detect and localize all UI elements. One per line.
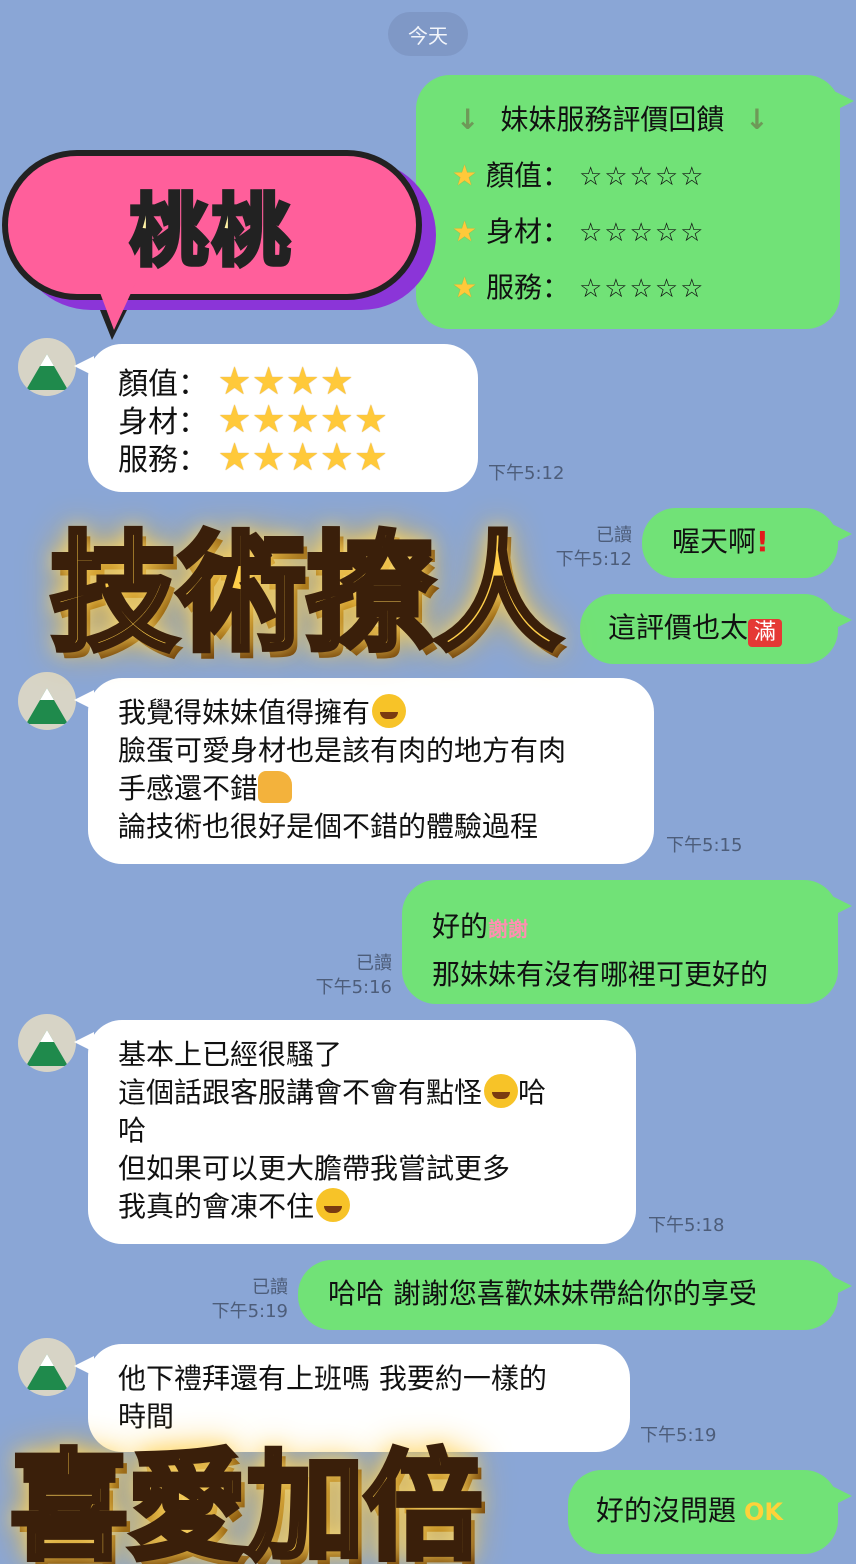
message-text: 基本上已經很騷了 — [118, 1038, 343, 1071]
thumbs-up-icon — [258, 771, 293, 803]
message-text: 時間 — [118, 1400, 175, 1433]
rating-label: 身材： — [486, 215, 571, 248]
message-text: 這個話跟客服講會不會有點怪 — [118, 1076, 483, 1109]
speech-tail-fill — [96, 282, 136, 330]
message-text: 這評價也太 — [608, 611, 749, 644]
message-text: 論技術也很好是個不錯的體驗過程 — [118, 810, 539, 843]
mountain-icon — [26, 354, 68, 390]
star-icon: ★ — [452, 215, 478, 248]
laughing-emoji-icon — [316, 1188, 351, 1222]
timestamp: 下午5:19 — [640, 1425, 717, 1446]
date-separator: 今天 — [388, 12, 468, 56]
speech-bubble-title: 桃桃 — [128, 185, 294, 279]
message-bubble[interactable]: 好的謝謝 那妹妹有沒有哪裡可更好的 — [402, 880, 852, 1004]
message-bubble[interactable]: 這評價也太滿 — [580, 594, 852, 664]
star-icon: ★ — [452, 271, 478, 304]
sweat-smile-emoji-icon — [484, 1074, 519, 1108]
message-text: 臉蛋可愛身材也是該有肉的地方有肉 — [118, 734, 567, 767]
message-text: 但如果可以更大膽帶我嘗試更多 — [118, 1152, 511, 1185]
rating-label: 顏值： — [118, 367, 208, 402]
message-text: 好的沒問題 — [596, 1494, 737, 1527]
down-arrow-icon: ↓ — [745, 103, 769, 136]
rating-card-title: 妹妹服務評價回饋 — [500, 103, 725, 136]
read-receipt: 已讀 下午5:19 — [196, 1276, 288, 1324]
rating-label: 身材： — [118, 405, 208, 440]
message-bubble[interactable]: 好的沒問題 OK — [568, 1470, 852, 1554]
read-label: 已讀 — [356, 953, 392, 974]
read-receipt: 已讀 下午5:16 — [300, 952, 392, 1000]
star-icon: ★ — [452, 159, 478, 192]
avatar[interactable] — [18, 1014, 76, 1072]
avatar[interactable] — [18, 672, 76, 730]
message-text: 那妹妹有沒有哪裡可更好的 — [432, 958, 769, 991]
timestamp: 下午5:15 — [666, 835, 743, 856]
rating-label: 顏值： — [486, 159, 571, 192]
down-arrow-icon: ↓ — [456, 103, 480, 136]
message-bubble[interactable]: 喔天啊! — [642, 508, 852, 578]
filled-stars: ★★★★★ — [217, 435, 388, 479]
message-bubble[interactable]: 他下禮拜還有上班嗎 我要約一樣的 時間 — [74, 1344, 630, 1452]
read-label: 已讀 — [252, 1277, 288, 1298]
timestamp: 下午5:16 — [315, 977, 392, 998]
message-bubble[interactable]: 哈哈 謝謝您喜歡妹妹帶給你的享受 — [298, 1260, 852, 1330]
message-text: 我覺得妹妹值得擁有 — [118, 696, 371, 729]
avatar[interactable] — [18, 338, 76, 396]
message-text: 好的 — [432, 910, 489, 943]
message-text: 喔天啊 — [672, 525, 757, 558]
message-text: 哈哈 謝謝您喜歡妹妹帶給你的享受 — [328, 1277, 757, 1310]
full-icon: 滿 — [748, 619, 783, 647]
rating-label: 服務： — [486, 271, 571, 304]
laughing-emoji-icon — [372, 694, 407, 728]
exclamation-icon: ! — [756, 525, 769, 558]
message-text: 哈 — [118, 1114, 147, 1147]
thanks-sticker-icon: 謝謝 — [488, 917, 529, 941]
mountain-icon — [26, 688, 68, 724]
rating-label: 服務： — [118, 443, 208, 478]
message-bubble[interactable]: 基本上已經很騷了 這個話跟客服講會不會有點怪哈 哈 但如果可以更大膽帶我嘗試更多… — [74, 1020, 636, 1244]
rating-reply-bubble[interactable]: 顏值： ★★★★ 身材： ★★★★★ 服務： ★★★★★ — [74, 344, 478, 492]
message-text: 他下禮拜還有上班嗎 我要約一樣的 — [118, 1362, 547, 1395]
overlay-title: 技術撩人 — [47, 518, 564, 672]
mountain-icon — [26, 1354, 68, 1390]
empty-stars: ☆☆☆☆☆ — [578, 218, 706, 248]
message-text: 哈 — [518, 1076, 547, 1109]
speech-bubble-overlay: 桃桃 — [2, 150, 422, 300]
rating-card-bubble[interactable]: ↓ 妹妹服務評價回饋 ↓ ★ 顏值： ☆☆☆☆☆ ★ 身材： ☆☆☆☆☆ ★ 服… — [416, 75, 854, 329]
message-text: 我真的會凍不住 — [118, 1190, 315, 1223]
timestamp: 下午5:19 — [211, 1301, 288, 1322]
timestamp: 下午5:12 — [488, 463, 565, 484]
empty-stars: ☆☆☆☆☆ — [578, 274, 706, 304]
mountain-icon — [26, 1030, 68, 1066]
empty-stars: ☆☆☆☆☆ — [578, 162, 706, 192]
ok-icon: OK — [744, 1498, 784, 1526]
message-text: 手感還不錯 — [118, 772, 259, 805]
avatar[interactable] — [18, 1338, 76, 1396]
message-bubble[interactable]: 我覺得妹妹值得擁有 臉蛋可愛身材也是該有肉的地方有肉 手感還不錯 論技術也很好是… — [74, 678, 654, 864]
overlay-title: 喜愛加倍 — [7, 1438, 484, 1564]
timestamp: 下午5:18 — [648, 1215, 725, 1236]
